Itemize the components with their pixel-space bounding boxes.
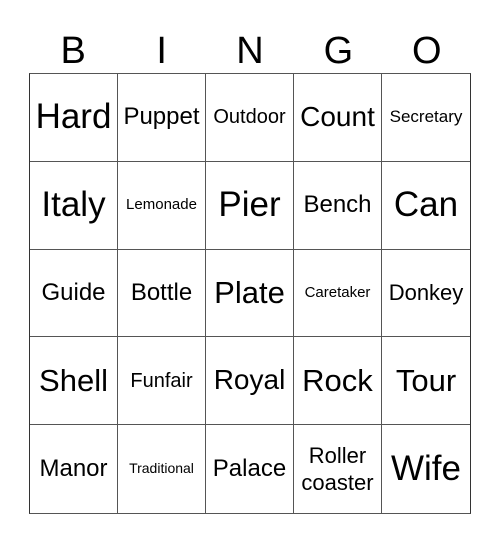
bingo-cell[interactable]: Plate: [206, 249, 294, 338]
bingo-cell[interactable]: Outdoor: [206, 74, 294, 162]
bingo-cell[interactable]: Puppet: [118, 74, 206, 162]
bingo-cell[interactable]: Secretary: [382, 74, 470, 162]
bingo-header: B I N G O: [29, 30, 471, 73]
bingo-cell[interactable]: Hard: [30, 74, 118, 162]
bingo-cell[interactable]: Can: [382, 162, 470, 250]
bingo-cell[interactable]: Funfair: [118, 337, 206, 426]
bingo-cell[interactable]: Pier: [206, 161, 294, 250]
bingo-cell[interactable]: Manor: [30, 425, 118, 513]
bingo-grid: Hard Puppet Outdoor Count Secretary Ital…: [29, 73, 471, 514]
header-letter-b: B: [60, 30, 86, 72]
bingo-cell[interactable]: Caretaker: [294, 249, 382, 338]
bingo-cell[interactable]: Traditional: [118, 425, 206, 513]
bingo-cell[interactable]: Palace: [206, 425, 294, 513]
bingo-cell[interactable]: Bottle: [118, 249, 206, 338]
bingo-cell[interactable]: Shell: [30, 337, 118, 426]
bingo-cell[interactable]: Roller coaster: [294, 425, 382, 513]
bingo-cell[interactable]: Bench: [294, 161, 382, 250]
bingo-cell[interactable]: Guide: [30, 249, 118, 338]
bingo-cell[interactable]: Donkey: [382, 250, 470, 338]
bingo-cell[interactable]: Lemonade: [118, 161, 206, 250]
bingo-cell[interactable]: Tour: [382, 337, 470, 426]
header-letter-i: I: [156, 30, 167, 72]
bingo-cell[interactable]: Italy: [30, 161, 118, 250]
bingo-cell[interactable]: Count: [294, 74, 382, 162]
bingo-cell[interactable]: Royal: [206, 337, 294, 426]
header-letter-o: O: [412, 30, 442, 72]
bingo-cell[interactable]: Rock: [294, 337, 382, 426]
bingo-cell[interactable]: Wife: [382, 425, 470, 513]
header-letter-n: N: [236, 30, 264, 72]
header-letter-g: G: [323, 30, 354, 72]
